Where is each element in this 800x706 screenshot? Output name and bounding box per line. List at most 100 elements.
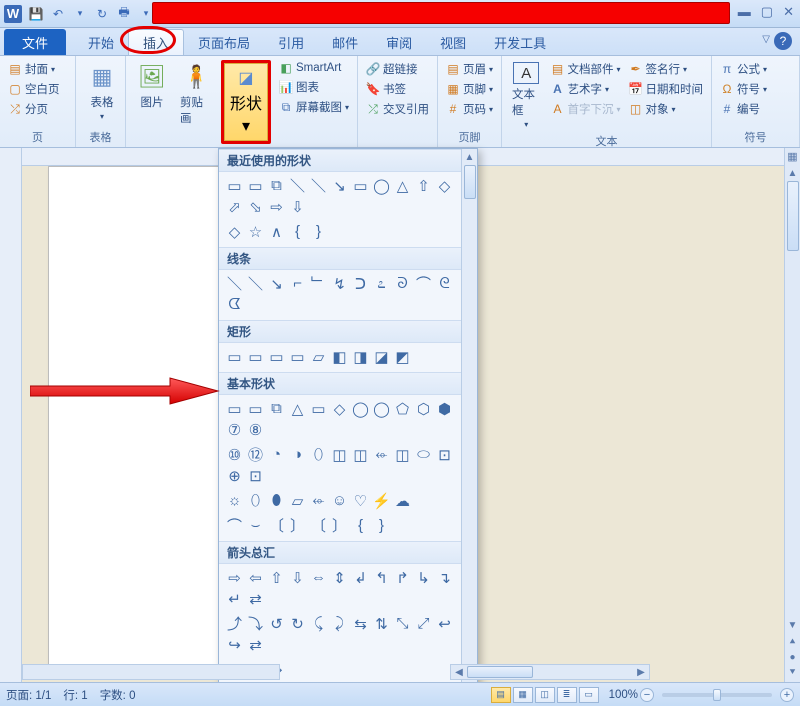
ribbon-minimize-icon[interactable]: ▽ (762, 34, 770, 45)
qat-print-icon[interactable]: 🖶 (114, 4, 134, 24)
shape-item[interactable]: ⬰ (309, 491, 328, 510)
status-page[interactable]: 页面: 1/1 (6, 687, 51, 703)
scroll-up-icon[interactable]: ▲ (785, 165, 800, 181)
tab-insert[interactable]: 插入 (128, 29, 184, 55)
object-button[interactable]: ◫对象▾ (627, 100, 706, 118)
shape-item[interactable]: ↵ (225, 589, 244, 608)
header-button[interactable]: ▤页眉▾ (444, 60, 495, 78)
shape-item[interactable]: ⇨ (225, 568, 244, 587)
vertical-ruler[interactable] (0, 148, 22, 682)
shape-item[interactable]: ⑩ (225, 445, 244, 464)
scroll-down-icon[interactable]: ▼ (785, 617, 800, 633)
shape-item[interactable]: ∧ (267, 222, 286, 241)
shape-item[interactable]: 〕 (288, 516, 307, 535)
shape-item[interactable]: ⤢ (414, 614, 433, 633)
tab-references[interactable]: 引用 (264, 29, 318, 55)
shape-item[interactable]: ⇦ (246, 568, 265, 587)
shape-item[interactable]: ⊡ (435, 445, 454, 464)
shape-item[interactable]: ⇆ (351, 614, 370, 633)
shape-item[interactable]: △ (393, 176, 412, 195)
zoom-thumb[interactable] (713, 689, 721, 701)
shape-item[interactable]: ⬠ (393, 399, 412, 418)
shape-item[interactable]: ⬮ (267, 491, 286, 510)
table-button[interactable]: ▦ 表格 ▾ (82, 60, 122, 123)
shape-item[interactable]: ↪ (225, 635, 244, 654)
shape-item[interactable]: ▭ (225, 399, 244, 418)
shape-item[interactable]: ◔ (267, 445, 286, 464)
qat-redo-icon[interactable]: ↻ (92, 4, 112, 24)
view-print-layout-icon[interactable]: ▤ (491, 687, 511, 703)
shape-item[interactable]: ↴ (435, 568, 454, 587)
hscroll-thumb[interactable] (467, 666, 533, 678)
shape-item[interactable]: ＼ (288, 176, 307, 195)
shape-item[interactable]: 〔 (309, 516, 328, 535)
shape-item[interactable]: ◨ (351, 347, 370, 366)
shape-item[interactable]: ▭ (267, 347, 286, 366)
shape-item[interactable]: ◇ (435, 176, 454, 195)
close-button[interactable]: ✕ (783, 4, 794, 20)
shape-item[interactable]: ⑧ (246, 420, 265, 439)
shape-item[interactable]: ↺ (267, 614, 286, 633)
shape-item[interactable]: ⇔ (309, 568, 328, 587)
shape-item[interactable]: ⬭ (414, 445, 433, 464)
shape-item[interactable]: ◇ (225, 222, 244, 241)
view-web-icon[interactable]: ◫ (535, 687, 555, 703)
gallery-scroll-up-icon[interactable]: ▲ (462, 149, 478, 165)
smartart-button[interactable]: ◧SmartArt (277, 60, 351, 76)
symbol-button[interactable]: Ω符号▾ (718, 80, 769, 98)
tab-mail[interactable]: 邮件 (318, 29, 372, 55)
shape-item[interactable]: 〔 (267, 516, 286, 535)
shape-item[interactable]: ᘓ (435, 274, 454, 293)
shape-item[interactable]: ⌒ (414, 274, 433, 293)
chart-button[interactable]: 📊图表 (277, 78, 351, 96)
shape-item[interactable]: ◯ (372, 399, 391, 418)
shape-item[interactable]: △ (288, 399, 307, 418)
shape-item[interactable]: ⤵ (246, 614, 265, 633)
minimize-button[interactable]: ▬ (738, 4, 751, 20)
view-draft-icon[interactable]: ▭ (579, 687, 599, 703)
shape-item[interactable]: ▱ (288, 491, 307, 510)
clipart-button[interactable]: 🧍 剪贴画 (176, 60, 217, 128)
status-words[interactable]: 字数: 0 (100, 687, 136, 703)
maximize-button[interactable]: ▢ (761, 4, 773, 20)
shape-item[interactable]: ◩ (393, 347, 412, 366)
shape-item[interactable]: ⇕ (330, 568, 349, 587)
shape-item[interactable]: ☆ (246, 222, 265, 241)
shape-item[interactable]: ⑦ (225, 420, 244, 439)
select-browse-icon[interactable]: ● (789, 652, 795, 663)
shape-item[interactable]: ◯ (372, 176, 391, 195)
shapes-button[interactable]: ◪ 形状 ▾ (224, 63, 268, 141)
zoom-slider[interactable] (662, 693, 772, 697)
tab-file[interactable]: 文件 (4, 29, 66, 55)
shape-item[interactable]: ⤹ (309, 614, 328, 633)
datetime-button[interactable]: 📅日期和时间 (627, 80, 706, 98)
number-button[interactable]: #编号 (718, 100, 769, 118)
next-page-icon[interactable]: ⯆ (789, 667, 797, 678)
tab-home[interactable]: 开始 (74, 29, 128, 55)
qat-undo-more-icon[interactable]: ▾ (70, 4, 90, 24)
shape-item[interactable]: ⇄ (246, 589, 265, 608)
shape-item[interactable]: ⧉ (267, 399, 286, 418)
ruler-toggle-icon[interactable]: ▦ (785, 148, 799, 165)
shape-item[interactable]: ☼ (225, 491, 244, 510)
shape-item[interactable]: { (288, 222, 307, 241)
shape-item[interactable]: ▭ (288, 347, 307, 366)
shape-item[interactable]: ⧉ (267, 176, 286, 195)
qat-undo-icon[interactable]: ↶ (48, 4, 68, 24)
shape-item[interactable]: ◪ (372, 347, 391, 366)
shape-item[interactable]: ▭ (309, 399, 328, 418)
prev-page-icon[interactable]: ⯅ (789, 637, 797, 648)
shape-item[interactable]: ⌒ (225, 516, 244, 535)
shape-item[interactable]: ⤸ (330, 614, 349, 633)
view-outline-icon[interactable]: ≣ (557, 687, 577, 703)
cover-page-button[interactable]: ▤封面▾ (6, 60, 62, 78)
shape-item[interactable]: ↱ (393, 568, 412, 587)
shape-item[interactable]: ᗧ (225, 295, 244, 314)
crossref-button[interactable]: ⤮交叉引用 (364, 100, 431, 118)
shape-item[interactable]: ↘ (267, 274, 286, 293)
shape-item[interactable]: ⤡ (393, 614, 412, 633)
shape-item[interactable]: ☺ (330, 491, 349, 510)
bookmark-button[interactable]: 🔖书签 (364, 80, 431, 98)
textbox-button[interactable]: A 文本框 ▾ (508, 60, 544, 131)
scroll-thumb[interactable] (787, 181, 799, 251)
